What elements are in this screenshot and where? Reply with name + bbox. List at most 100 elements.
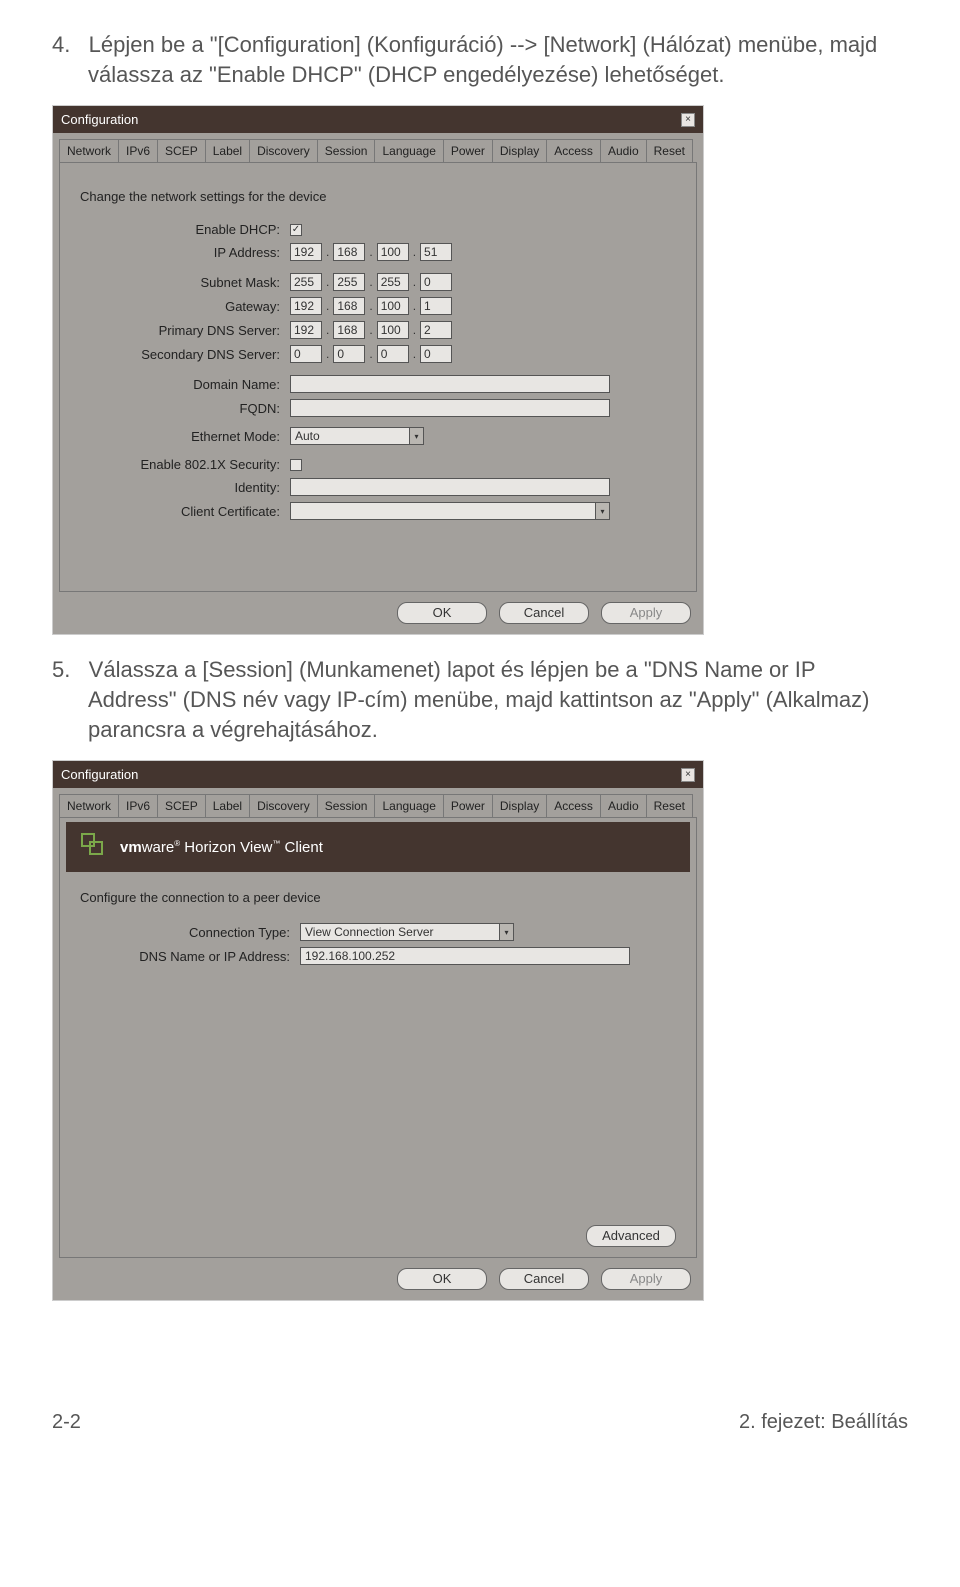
apply-button[interactable]: Apply — [601, 602, 691, 624]
tab-scep[interactable]: SCEP — [157, 139, 206, 162]
label-ethernet-mode: Ethernet Mode: — [80, 429, 290, 444]
subnet-octet-4[interactable]: 0 — [420, 273, 452, 291]
primary-dns-octet-1[interactable]: 192 — [290, 321, 322, 339]
subnet-octet-1[interactable]: 255 — [290, 273, 322, 291]
select-client-cert[interactable]: ▾ — [290, 502, 610, 520]
dialog-title: Configuration — [61, 112, 138, 127]
panel-description: Change the network settings for the devi… — [80, 189, 676, 204]
instruction-step-5: 5. Válassza a [Session] (Munkamenet) lap… — [52, 655, 908, 744]
dialog-header: Configuration × — [53, 761, 703, 788]
cancel-button[interactable]: Cancel — [499, 602, 589, 624]
label-connection-type: Connection Type: — [80, 925, 300, 940]
tab-ipv6[interactable]: IPv6 — [118, 139, 158, 162]
subnet-octet-3[interactable]: 255 — [377, 273, 409, 291]
select-ethernet-mode-value: Auto — [290, 427, 410, 445]
ip-octet-2[interactable]: 168 — [333, 243, 365, 261]
tab-network[interactable]: Network — [59, 794, 119, 817]
tab-bar: Network IPv6 SCEP Label Discovery Sessio… — [59, 794, 697, 817]
tab-audio[interactable]: Audio — [600, 794, 647, 817]
panel-description: Configure the connection to a peer devic… — [80, 890, 676, 905]
dialog-buttons: OK Cancel Apply — [59, 592, 697, 624]
input-dns-or-ip[interactable]: 192.168.100.252 — [300, 947, 630, 965]
select-client-cert-value — [290, 502, 596, 520]
tab-discovery[interactable]: Discovery — [249, 139, 318, 162]
tab-access[interactable]: Access — [546, 794, 601, 817]
secondary-dns-octet-3[interactable]: 0 — [377, 345, 409, 363]
primary-dns-octet-4[interactable]: 2 — [420, 321, 452, 339]
select-ethernet-mode[interactable]: Auto ▾ — [290, 427, 424, 445]
tab-scep[interactable]: SCEP — [157, 794, 206, 817]
dialog-body: Network IPv6 SCEP Label Discovery Sessio… — [53, 788, 703, 1300]
tab-reset[interactable]: Reset — [646, 139, 693, 162]
brand-text: vmware® Horizon View™ Client — [120, 839, 323, 856]
dialog-buttons: OK Cancel Apply — [59, 1258, 697, 1290]
tab-audio[interactable]: Audio — [600, 139, 647, 162]
label-enable-8021x: Enable 802.1X Security: — [80, 457, 290, 472]
network-panel: Change the network settings for the devi… — [59, 162, 697, 592]
label-dns-or-ip: DNS Name or IP Address: — [80, 949, 300, 964]
tab-session[interactable]: Session — [317, 794, 376, 817]
label-fqdn: FQDN: — [80, 401, 290, 416]
apply-button[interactable]: Apply — [601, 1268, 691, 1290]
ip-octet-1[interactable]: 192 — [290, 243, 322, 261]
close-icon[interactable]: × — [681, 113, 695, 127]
label-ip-address: IP Address: — [80, 245, 290, 260]
configuration-dialog-session: Configuration × Network IPv6 SCEP Label … — [52, 760, 704, 1301]
label-enable-dhcp: Enable DHCP: — [80, 222, 290, 237]
tab-session[interactable]: Session — [317, 139, 376, 162]
tab-language[interactable]: Language — [374, 794, 443, 817]
session-panel: vmware® Horizon View™ Client Configure t… — [59, 817, 697, 1258]
tab-discovery[interactable]: Discovery — [249, 794, 318, 817]
ok-button[interactable]: OK — [397, 602, 487, 624]
label-secondary-dns: Secondary DNS Server: — [80, 347, 290, 362]
tab-reset[interactable]: Reset — [646, 794, 693, 817]
ip-octet-3[interactable]: 100 — [377, 243, 409, 261]
gateway-octet-3[interactable]: 100 — [377, 297, 409, 315]
gateway-octet-1[interactable]: 192 — [290, 297, 322, 315]
subnet-octet-2[interactable]: 255 — [333, 273, 365, 291]
ip-octet-4[interactable]: 51 — [420, 243, 452, 261]
label-primary-dns: Primary DNS Server: — [80, 323, 290, 338]
dialog-title: Configuration — [61, 767, 138, 782]
input-identity[interactable] — [290, 478, 610, 496]
tab-power[interactable]: Power — [443, 794, 493, 817]
page-number: 2-2 — [52, 1411, 81, 1434]
gateway-octet-4[interactable]: 1 — [420, 297, 452, 315]
cancel-button[interactable]: Cancel — [499, 1268, 589, 1290]
input-fqdn[interactable] — [290, 399, 610, 417]
chapter-title: 2. fejezet: Beállítás — [739, 1411, 908, 1434]
checkbox-enable-8021x[interactable] — [290, 459, 302, 471]
tab-display[interactable]: Display — [492, 139, 547, 162]
page-footer: 2-2 2. fejezet: Beállítás — [52, 1411, 908, 1434]
secondary-dns-octet-4[interactable]: 0 — [420, 345, 452, 363]
tab-power[interactable]: Power — [443, 139, 493, 162]
tab-access[interactable]: Access — [546, 139, 601, 162]
tab-ipv6[interactable]: IPv6 — [118, 794, 158, 817]
tab-label[interactable]: Label — [205, 794, 250, 817]
dialog-header: Configuration × — [53, 106, 703, 133]
chevron-down-icon: ▾ — [410, 427, 424, 445]
secondary-dns-octet-2[interactable]: 0 — [333, 345, 365, 363]
primary-dns-octet-2[interactable]: 168 — [333, 321, 365, 339]
brand-bar: vmware® Horizon View™ Client — [66, 822, 690, 872]
label-subnet-mask: Subnet Mask: — [80, 275, 290, 290]
tab-display[interactable]: Display — [492, 794, 547, 817]
advanced-button[interactable]: Advanced — [586, 1225, 676, 1247]
tab-label[interactable]: Label — [205, 139, 250, 162]
tab-language[interactable]: Language — [374, 139, 443, 162]
label-identity: Identity: — [80, 480, 290, 495]
chevron-down-icon: ▾ — [500, 923, 514, 941]
checkbox-enable-dhcp[interactable]: ✓ — [290, 224, 302, 236]
primary-dns-octet-3[interactable]: 100 — [377, 321, 409, 339]
vmware-logo-icon — [80, 832, 106, 862]
ok-button[interactable]: OK — [397, 1268, 487, 1290]
secondary-dns-octet-1[interactable]: 0 — [290, 345, 322, 363]
gateway-octet-2[interactable]: 168 — [333, 297, 365, 315]
label-client-cert: Client Certificate: — [80, 504, 290, 519]
close-icon[interactable]: × — [681, 768, 695, 782]
select-connection-type[interactable]: View Connection Server ▾ — [300, 923, 514, 941]
input-domain-name[interactable] — [290, 375, 610, 393]
tab-network[interactable]: Network — [59, 139, 119, 162]
chevron-down-icon: ▾ — [596, 502, 610, 520]
dialog-body: Network IPv6 SCEP Label Discovery Sessio… — [53, 133, 703, 634]
